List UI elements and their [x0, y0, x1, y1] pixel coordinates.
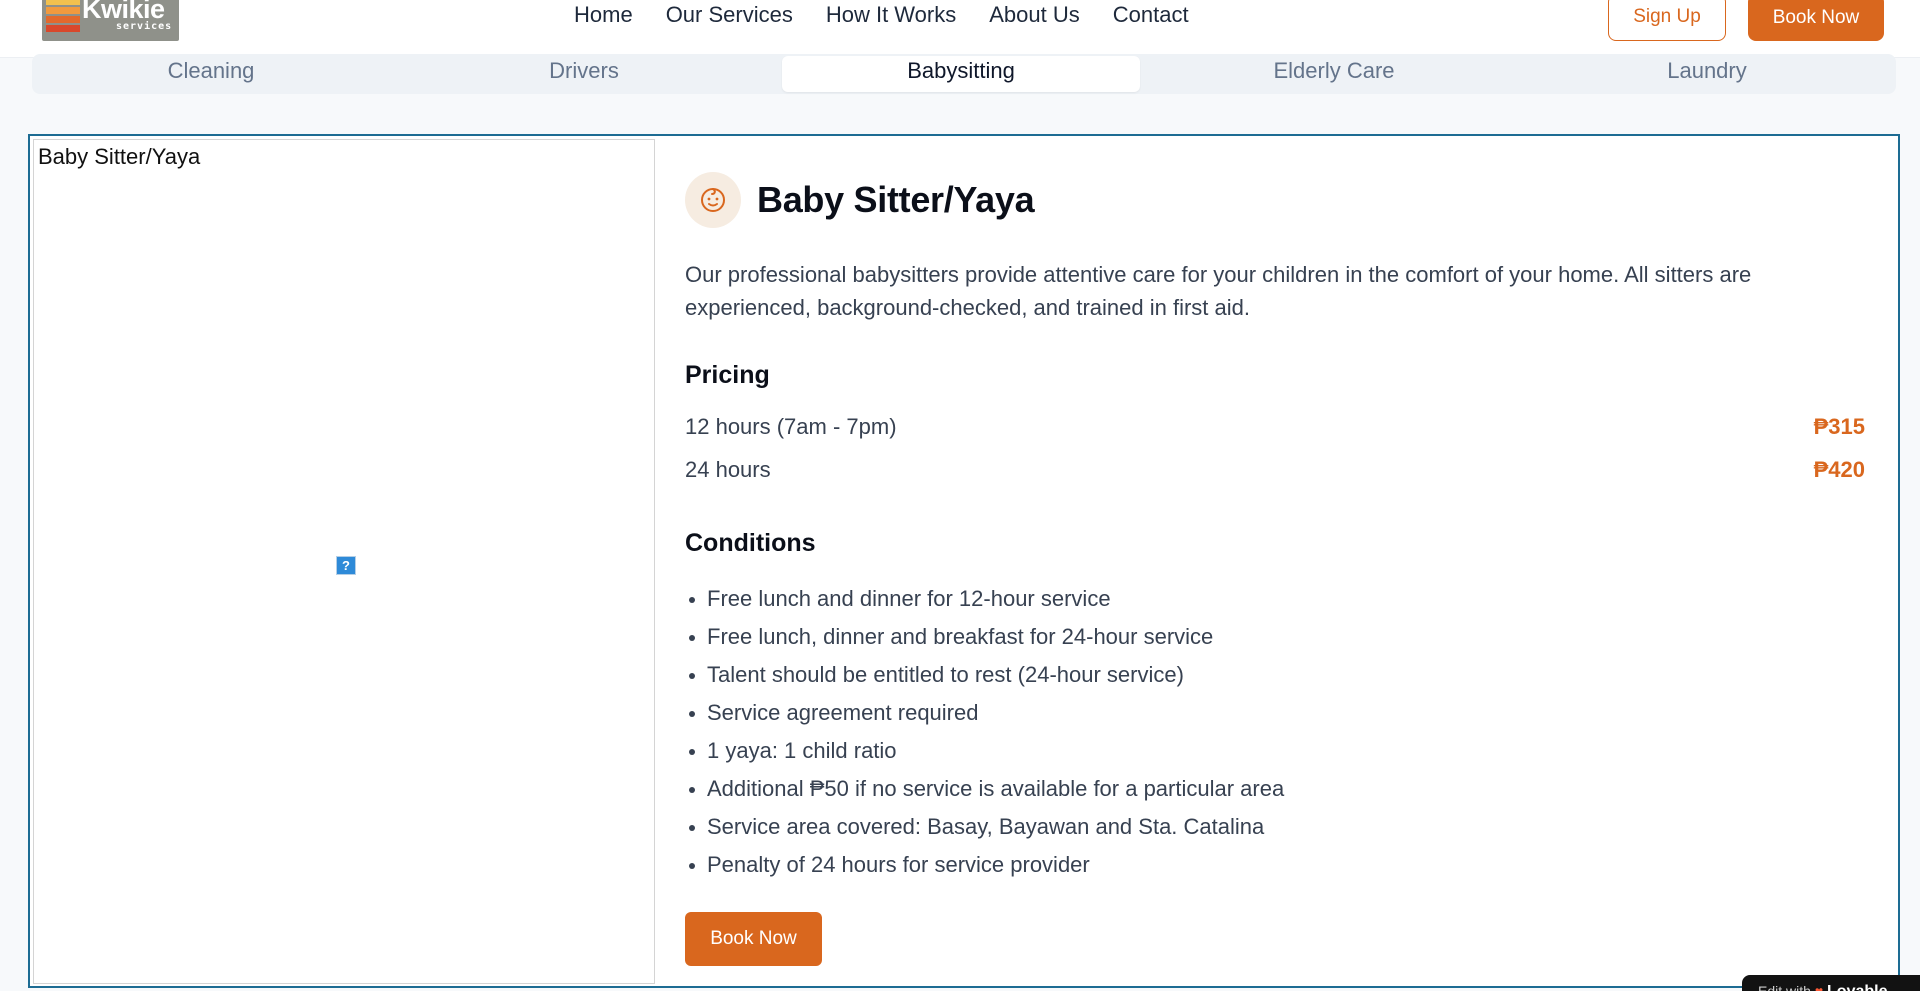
service-title: Baby Sitter/Yaya [757, 179, 1035, 220]
logo-brand: Kwikie [82, 0, 165, 24]
nav-our-services[interactable]: Our Services [666, 0, 793, 30]
baby-face-icon [685, 172, 741, 228]
tab-laundry[interactable]: Laundry [1528, 54, 1886, 94]
tab-drivers[interactable]: Drivers [405, 54, 763, 94]
pricing-list: 12 hours (7am - 7pm) ₱315 24 hours ₱420 [685, 405, 1865, 491]
condition-item: Additional ₱50 if no service is availabl… [685, 770, 1865, 808]
sign-up-button[interactable]: Sign Up [1608, 0, 1726, 41]
condition-item: Service area covered: Basay, Bayawan and… [685, 808, 1865, 846]
condition-item: Service agreement required [685, 694, 1865, 732]
price-label: 12 hours (7am - 7pm) [685, 414, 897, 439]
site-header: Kwikie services Home Our Services How It… [0, 0, 1920, 58]
price-label: 24 hours [685, 457, 771, 482]
service-tabs: Cleaning Drivers Babysitting Elderly Car… [32, 54, 1896, 94]
condition-item: Free lunch, dinner and breakfast for 24-… [685, 618, 1865, 656]
logo-stripe [46, 25, 80, 32]
logo-tagline: services [116, 21, 173, 32]
main-nav: Home Our Services How It Works About Us … [574, 0, 1222, 30]
logo-stripe [46, 16, 80, 23]
broken-image-icon: ? [336, 556, 356, 575]
nav-home[interactable]: Home [574, 0, 633, 30]
nav-contact[interactable]: Contact [1113, 0, 1189, 30]
service-title-row: Baby Sitter/Yaya [685, 172, 1865, 228]
condition-item: Free lunch and dinner for 12-hour servic… [685, 580, 1865, 618]
logo-stripe [46, 7, 80, 14]
pricing-heading: Pricing [685, 361, 770, 389]
logo-stripe [46, 0, 80, 5]
service-image: Baby Sitter/Yaya ? [33, 139, 655, 984]
service-details: Baby Sitter/Yaya Our professional babysi… [685, 172, 1865, 966]
edit-with-lovable-badge[interactable]: Edit with ♥ Lovable [1742, 975, 1920, 991]
tab-elderly-care[interactable]: Elderly Care [1155, 54, 1513, 94]
price-row: 12 hours (7am - 7pm) ₱315 [685, 405, 1865, 448]
price-row: 24 hours ₱420 [685, 448, 1865, 491]
conditions-heading: Conditions [685, 529, 816, 557]
price-value: ₱315 [1813, 414, 1865, 439]
price-value: ₱420 [1813, 457, 1865, 482]
conditions-list: Free lunch and dinner for 12-hour servic… [685, 580, 1865, 884]
service-description: Our professional babysitters provide att… [685, 262, 1752, 320]
service-card: Baby Sitter/Yaya ? Baby Sitter/Yaya Our … [28, 134, 1900, 988]
header-book-now-button[interactable]: Book Now [1748, 0, 1884, 41]
book-now-button[interactable]: Book Now [685, 912, 822, 966]
badge-brand: Lovable [1827, 983, 1887, 991]
lovable-heart-icon: ♥ [1814, 983, 1824, 991]
badge-prefix: Edit with [1758, 983, 1811, 991]
nav-how-it-works[interactable]: How It Works [826, 0, 956, 30]
condition-item: Talent should be entitled to rest (24-ho… [685, 656, 1865, 694]
image-alt-text: Baby Sitter/Yaya [38, 144, 201, 169]
kwikie-logo[interactable]: Kwikie services [42, 0, 179, 41]
condition-item: 1 yaya: 1 child ratio [685, 732, 1865, 770]
condition-item: Penalty of 24 hours for service provider [685, 846, 1865, 884]
tab-cleaning[interactable]: Cleaning [32, 54, 390, 94]
tab-babysitting[interactable]: Babysitting [782, 56, 1140, 92]
nav-about-us[interactable]: About Us [989, 0, 1080, 30]
